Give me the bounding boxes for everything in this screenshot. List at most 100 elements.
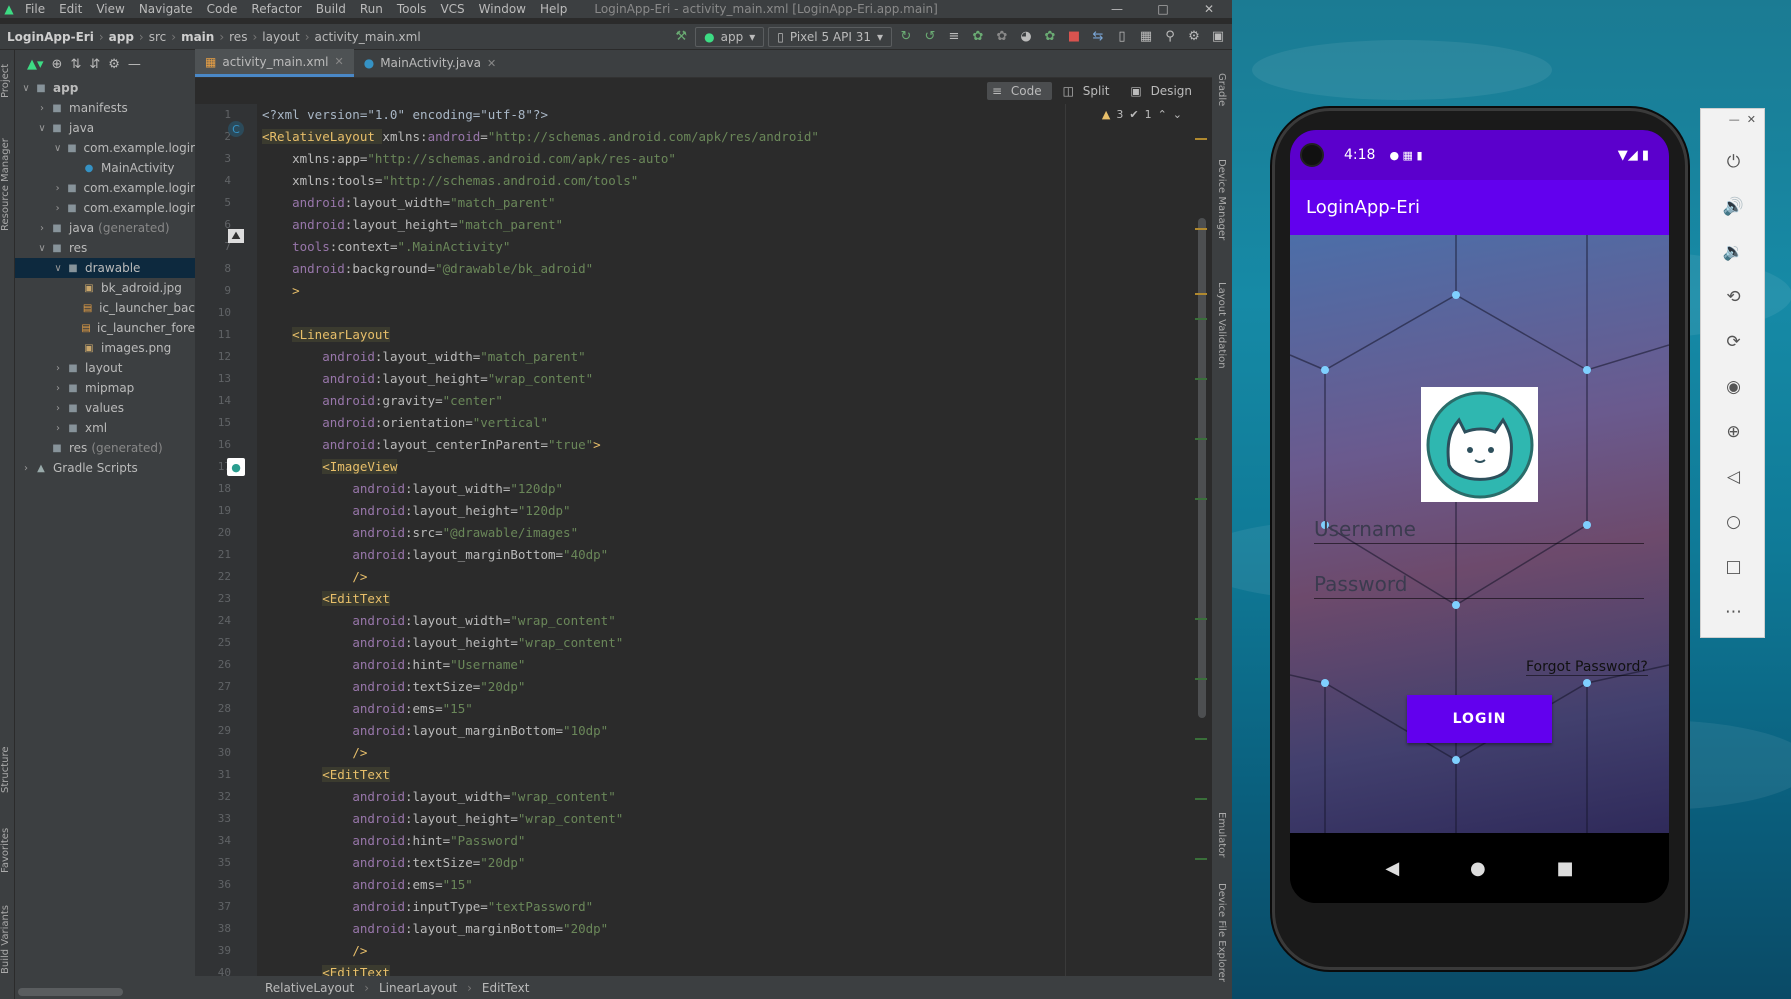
tool-window-layout-validation[interactable]: Layout Validation <box>1212 250 1227 400</box>
tree-item[interactable]: ● MainActivity <box>15 158 195 178</box>
apply-changes-icon[interactable]: ↺ <box>920 27 940 47</box>
chevron-down-icon[interactable]: ∨ <box>51 143 64 154</box>
chevron-down-icon[interactable]: ∨ <box>35 243 49 254</box>
home-icon[interactable]: ● <box>1470 858 1486 879</box>
tree-item[interactable]: ▣ images.png <box>15 338 195 358</box>
tool-window-structure[interactable]: Structure <box>0 740 15 800</box>
menu-code[interactable]: Code <box>200 2 245 16</box>
menu-navigate[interactable]: Navigate <box>132 2 200 16</box>
debug-icon[interactable]: ✿ <box>968 27 988 47</box>
split-mode-button[interactable]: ◫ Split <box>1058 82 1120 100</box>
menu-build[interactable]: Build <box>309 2 353 16</box>
chevron-down-icon[interactable]: ∨ <box>51 263 65 274</box>
tree-item[interactable]: ▤ ic_launcher_bac <box>15 298 195 318</box>
close-tab-icon[interactable]: ✕ <box>335 55 344 68</box>
tree-item[interactable]: › ■ com.example.logir <box>15 178 195 198</box>
code-line[interactable]: android:textSize="20dp" <box>262 852 1202 874</box>
tool-window-build-variants[interactable]: Build Variants <box>0 900 15 980</box>
code-line[interactable]: android:layout_height="wrap_content" <box>262 368 1202 390</box>
breadcrumb-item[interactable]: layout <box>259 30 302 44</box>
inspection-widget[interactable]: ▲ 3 ✔ 1 ⌃ ⌄ <box>1102 108 1182 121</box>
design-mode-button[interactable]: ▣ Design <box>1125 82 1202 100</box>
close-tab-icon[interactable]: ✕ <box>487 57 496 70</box>
more-icon[interactable]: ⋯ <box>1701 597 1766 627</box>
tree-item[interactable]: › ▲ Gradle Scripts <box>15 458 195 478</box>
rotate-right-icon[interactable]: ⟳ <box>1701 327 1766 357</box>
tree-item[interactable]: › ■ java (generated) <box>15 218 195 238</box>
code-line[interactable]: android:inputType="textPassword" <box>262 896 1202 918</box>
minimize-icon[interactable]: — <box>1094 2 1140 16</box>
rerun-icon[interactable]: ↻ <box>896 27 916 47</box>
tree-item[interactable]: ∨ ■ res <box>15 238 195 258</box>
close-emulator-icon[interactable]: ✕ <box>1747 113 1756 126</box>
code-line[interactable]: android:textSize="20dp" <box>262 676 1202 698</box>
code-line[interactable]: <EditText <box>262 764 1202 786</box>
chevron-down-icon[interactable]: ∨ <box>35 123 49 134</box>
tree-item[interactable]: › ■ xml <box>15 418 195 438</box>
chevron-right-icon[interactable]: › <box>19 463 33 474</box>
gear-icon[interactable]: ⚙ <box>108 57 120 72</box>
code-line[interactable]: android:ems="15" <box>262 874 1202 896</box>
code-line[interactable]: android:orientation="vertical" <box>262 412 1202 434</box>
menu-refactor[interactable]: Refactor <box>244 2 308 16</box>
phone-screen[interactable]: 4:18 ● ▦ ▮ ▼◢ ▮ LoginApp-Eri Username Pa… <box>1290 130 1669 903</box>
menu-tools[interactable]: Tools <box>390 2 434 16</box>
code-line[interactable]: android:gravity="center" <box>262 390 1202 412</box>
code-line[interactable]: android:layout_marginBottom="10dp" <box>262 720 1202 742</box>
code-line[interactable]: android:layout_width="match_parent" <box>262 192 1202 214</box>
chevron-right-icon[interactable]: › <box>51 403 65 414</box>
code-line[interactable]: android:layout_height="120dp" <box>262 500 1202 522</box>
code-line[interactable]: xmlns:app="http://schemas.android.com/ap… <box>262 148 1202 170</box>
hammer-icon[interactable]: ⚒ <box>671 27 691 47</box>
chevron-right-icon[interactable]: › <box>51 383 65 394</box>
code-line[interactable]: android:hint="Username" <box>262 654 1202 676</box>
code-mode-button[interactable]: ≡ Code <box>987 82 1052 100</box>
menu-file[interactable]: File <box>18 2 52 16</box>
class-gutter-icon[interactable]: C <box>228 121 244 137</box>
code-line[interactable]: > <box>262 280 1202 302</box>
breadcrumb-item[interactable]: LoginApp-Eri <box>4 30 97 44</box>
tree-item[interactable]: ∨ ■ java <box>15 118 195 138</box>
settings-icon[interactable]: ⚙ <box>1184 27 1204 47</box>
username-field[interactable]: Username <box>1314 517 1644 544</box>
breadcrumb-item[interactable]: src <box>146 30 170 44</box>
breadcrumb-item[interactable]: app <box>106 30 137 44</box>
code-line[interactable]: android:hint="Password" <box>262 830 1202 852</box>
breadcrumb-item[interactable]: res <box>226 30 250 44</box>
previous-highlight-icon[interactable]: ⌃ <box>1158 108 1167 121</box>
chevron-right-icon[interactable]: › <box>35 223 49 234</box>
menu-vcs[interactable]: VCS <box>433 2 471 16</box>
android-view-icon[interactable]: ▲▾ <box>27 57 44 72</box>
tree-item[interactable]: ■ res (generated) <box>15 438 195 458</box>
tool-window-device-manager[interactable]: Device Manager <box>1212 130 1227 270</box>
back-icon[interactable]: ◁ <box>1701 462 1766 492</box>
breadcrumb-item[interactable]: activity_main.xml <box>312 30 424 44</box>
zoom-icon[interactable]: ⊕ <box>1701 417 1766 447</box>
image-gutter-icon[interactable]: ⛰ <box>228 229 244 243</box>
code-line[interactable] <box>262 302 1202 324</box>
coverage-icon[interactable]: ✿ <box>1040 27 1060 47</box>
horizontal-scrollbar[interactable] <box>18 988 123 996</box>
tool-window-emulator[interactable]: Emulator <box>1212 795 1227 875</box>
close-icon[interactable]: ✕ <box>1186 2 1232 16</box>
menu-edit[interactable]: Edit <box>52 2 89 16</box>
recents-icon[interactable]: ■ <box>1557 858 1574 879</box>
tool-window-gradle[interactable]: Gradle <box>1212 60 1227 120</box>
code-line[interactable]: android:layout_width="wrap_content" <box>262 786 1202 808</box>
code-line[interactable]: /> <box>262 940 1202 962</box>
code-line[interactable]: android:layout_centerInParent="true"> <box>262 434 1202 456</box>
tree-item[interactable]: ▤ ic_launcher_fore <box>15 318 195 338</box>
collapse-all-icon[interactable]: ⇵ <box>89 57 100 72</box>
breadcrumb-item[interactable]: main <box>178 30 217 44</box>
tree-item[interactable]: › ■ layout <box>15 358 195 378</box>
minimize-emulator-icon[interactable]: — <box>1729 113 1740 126</box>
maximize-icon[interactable]: □ <box>1140 2 1186 16</box>
breadcrumb-edittext[interactable]: EditText <box>482 981 530 995</box>
run-config-dropdown[interactable]: ● app ▾ <box>695 26 765 47</box>
volume-up-icon[interactable]: 🔊 <box>1701 192 1766 222</box>
code-line[interactable]: android:layout_width="120dp" <box>262 478 1202 500</box>
code-line[interactable]: tools:context=".MainActivity" <box>262 236 1202 258</box>
code-line[interactable]: android:layout_marginBottom="20dp" <box>262 918 1202 940</box>
tree-item[interactable]: › ■ manifests <box>15 98 195 118</box>
breadcrumb-relativelayout[interactable]: RelativeLayout <box>265 981 354 995</box>
